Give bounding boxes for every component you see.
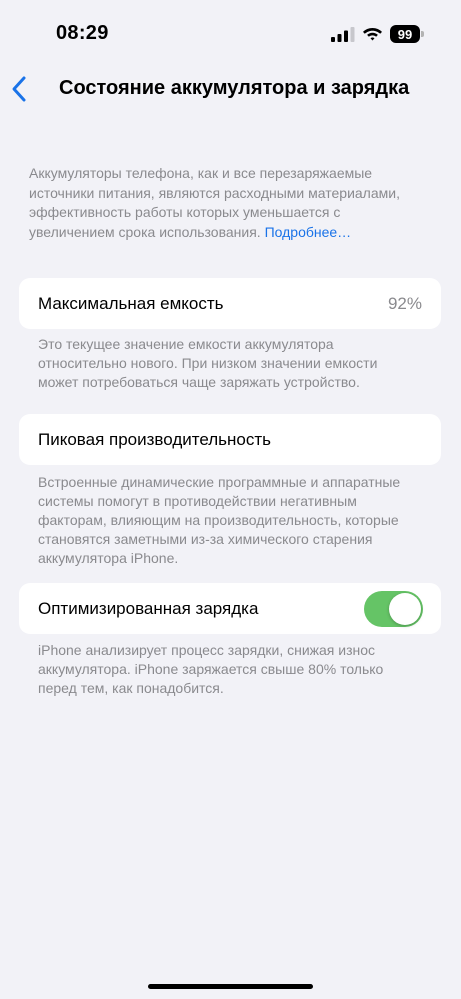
- optimized-charging-label: Оптимизированная зарядка: [38, 598, 259, 618]
- signal-icon: [331, 27, 355, 42]
- learn-more-link[interactable]: Подробнее…: [265, 224, 352, 240]
- battery-cap: [421, 31, 424, 37]
- peak-performance-footnote: Встроенные динамические программные и ап…: [38, 474, 401, 566]
- wifi-icon: [363, 28, 382, 41]
- toggle-knob: [389, 592, 421, 625]
- battery-health-screen: 08:29 99 Состояние аккумулятора и зарядк…: [0, 0, 461, 999]
- max-capacity-value: 92%: [387, 293, 422, 313]
- status-bar: 08:29 99: [0, 0, 461, 60]
- status-time: 08:29: [56, 22, 109, 44]
- peak-performance-row: Пиковая производительность: [19, 414, 441, 465]
- home-indicator[interactable]: [148, 984, 313, 989]
- max-capacity-row: Максимальная емкость 92%: [19, 278, 441, 329]
- optimized-charging-toggle[interactable]: [364, 590, 423, 627]
- battery-icon: 99: [390, 25, 420, 43]
- max-capacity-label: Максимальная емкость: [38, 293, 224, 313]
- chevron-left-icon[interactable]: [8, 74, 34, 104]
- peak-performance-label: Пиковая производительность: [38, 429, 272, 449]
- optimized-charging-footnote: iPhone анализирует процесс зарядки, сниж…: [38, 642, 384, 696]
- optimized-charging-row: Оптимизированная зарядка: [19, 583, 441, 634]
- max-capacity-footnote: Это текущее значение емкости аккумулятор…: [38, 336, 378, 390]
- page-title: Состояние аккумулятора и зарядка: [59, 77, 410, 99]
- intro-text: Аккумуляторы телефона, как и все перезар…: [29, 164, 409, 242]
